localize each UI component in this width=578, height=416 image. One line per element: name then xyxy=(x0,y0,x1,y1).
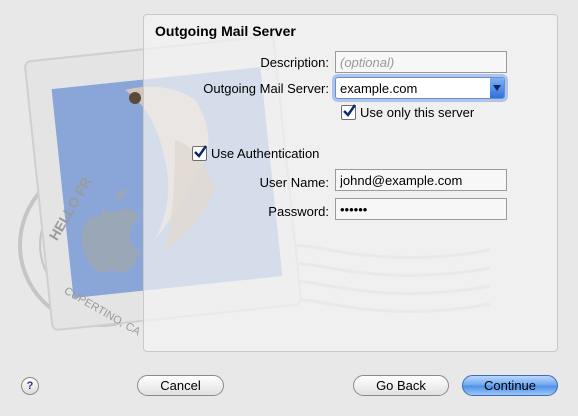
continue-button[interactable]: Continue xyxy=(462,375,558,396)
username-label: User Name: xyxy=(259,175,329,190)
username-field[interactable] xyxy=(335,169,507,191)
help-button[interactable]: ? xyxy=(21,377,39,395)
description-label: Description: xyxy=(260,55,329,70)
password-label: Password: xyxy=(268,204,329,219)
chevron-down-icon[interactable] xyxy=(490,78,504,98)
use-authentication-label: Use Authentication xyxy=(211,146,320,161)
server-popup[interactable]: example.com xyxy=(335,77,505,99)
use-authentication-checkbox[interactable]: Use Authentication xyxy=(192,145,320,161)
server-label: Outgoing Mail Server: xyxy=(203,81,329,96)
checkbox-box[interactable] xyxy=(341,104,356,120)
cancel-button[interactable]: Cancel xyxy=(137,375,224,396)
description-field[interactable] xyxy=(335,51,507,73)
go-back-button[interactable]: Go Back xyxy=(353,375,449,396)
password-field[interactable] xyxy=(335,198,507,220)
outgoing-mail-panel: Outgoing Mail Server Description: Outgoi… xyxy=(143,14,558,352)
panel-title: Outgoing Mail Server xyxy=(155,23,296,39)
use-only-server-checkbox[interactable]: Use only this server xyxy=(341,104,475,120)
use-only-server-label: Use only this server xyxy=(360,105,475,120)
checkbox-box[interactable] xyxy=(192,145,207,161)
server-value: example.com xyxy=(340,81,418,96)
